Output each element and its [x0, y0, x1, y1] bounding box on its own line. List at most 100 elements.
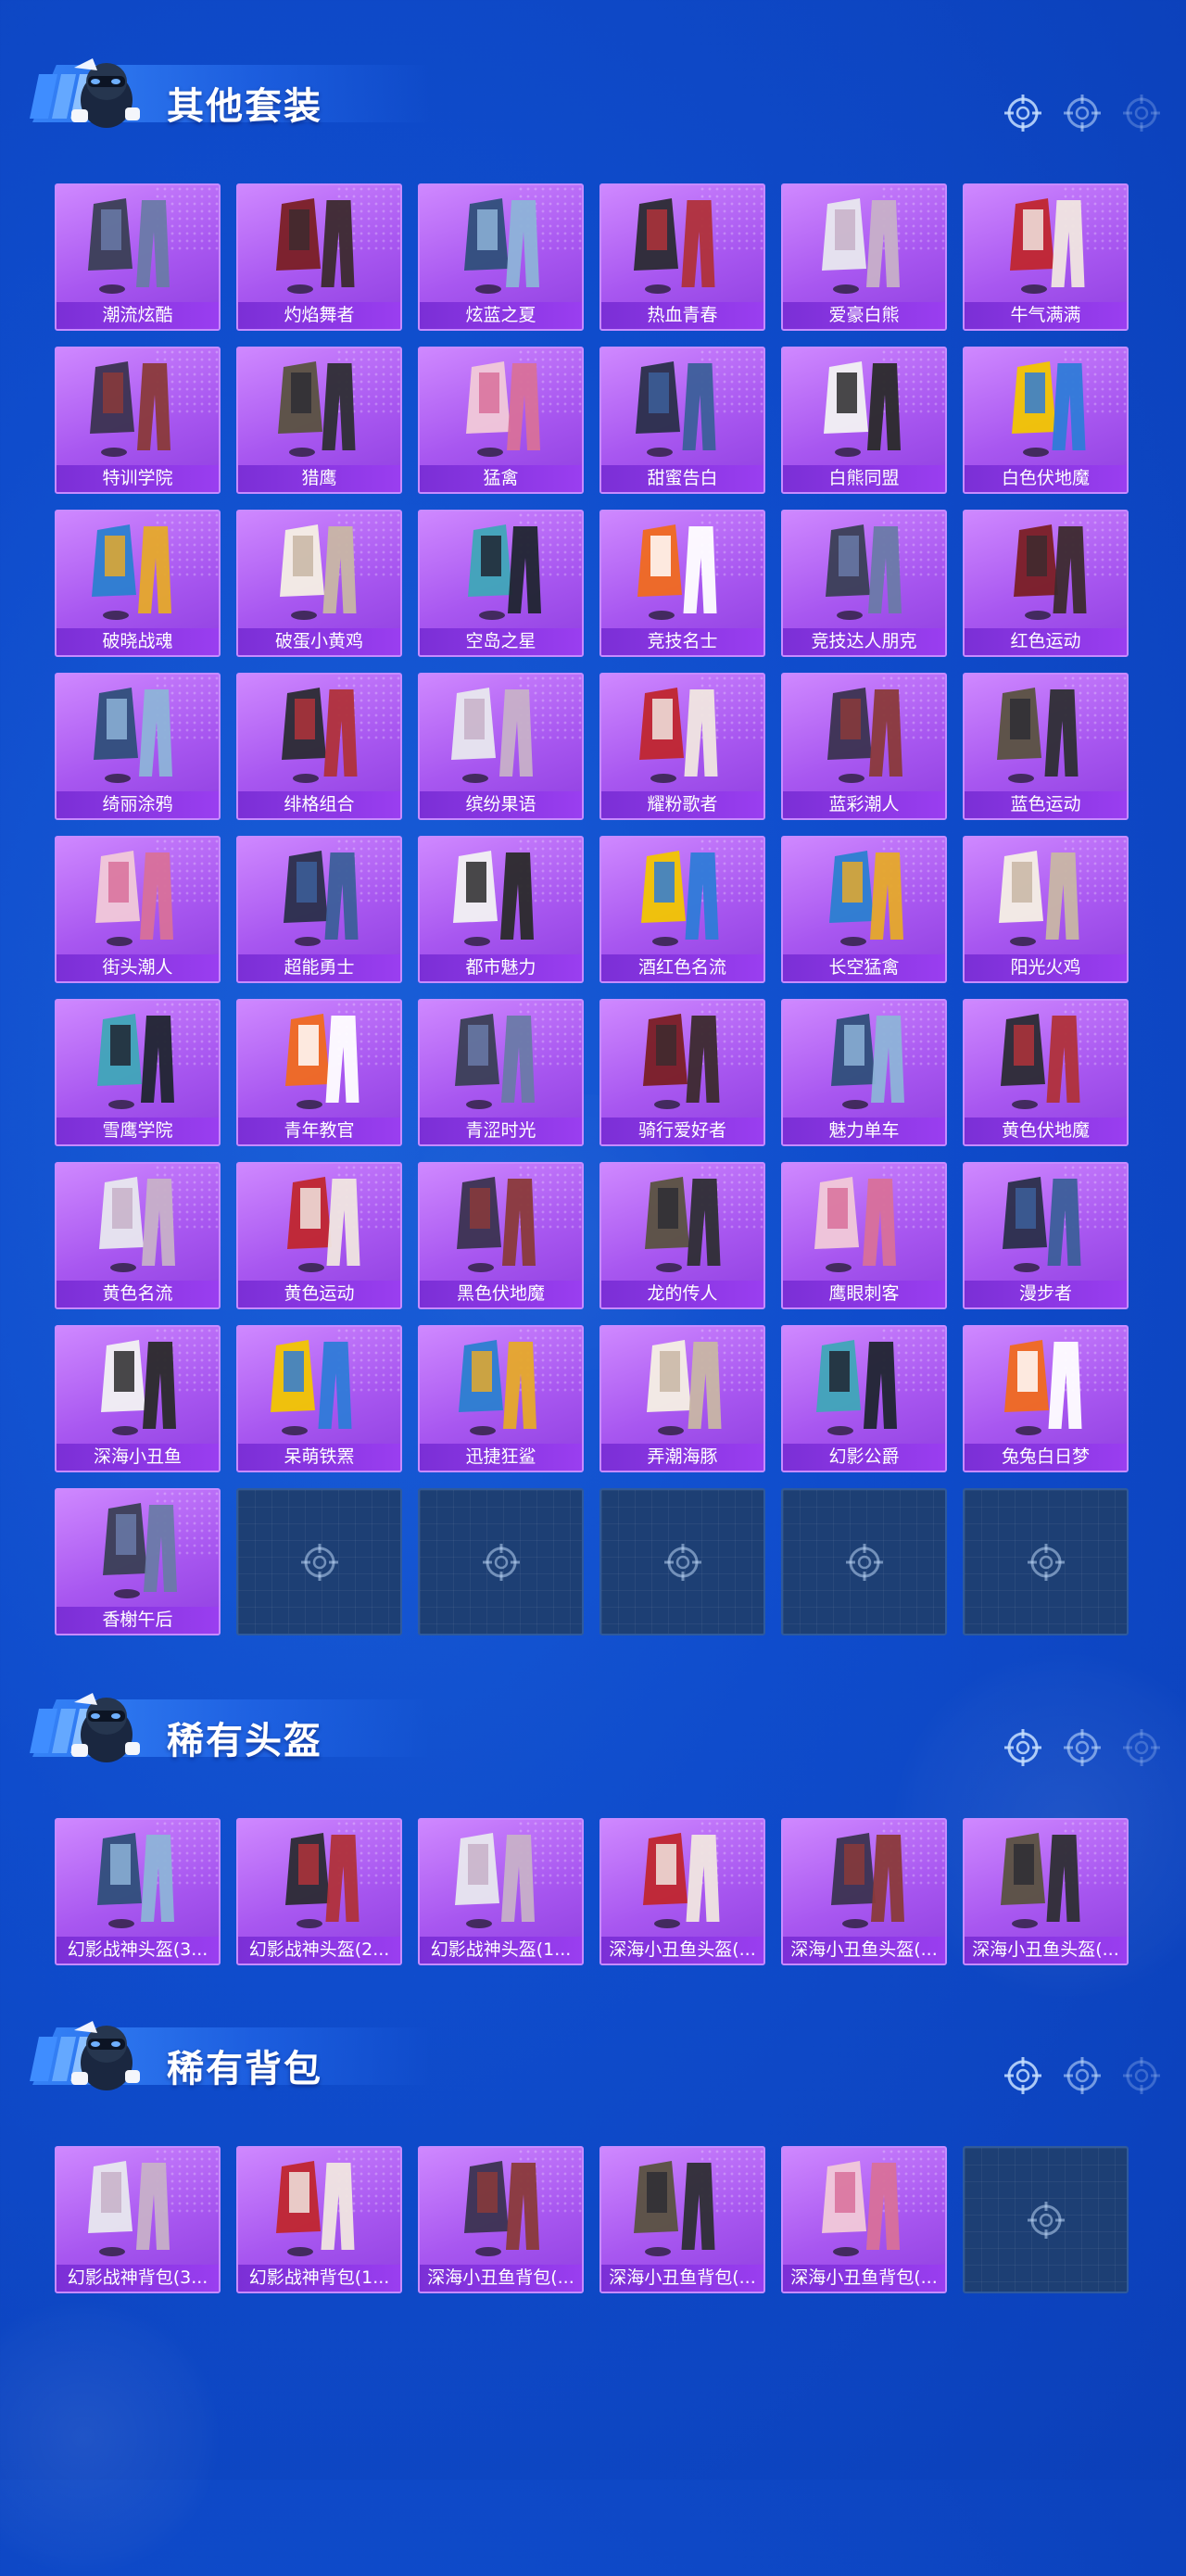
item-card[interactable]: 雪鹰学院	[55, 999, 221, 1146]
item-card[interactable]: 竞技名士	[599, 510, 765, 657]
item-image	[57, 1820, 219, 1938]
item-card[interactable]: 破蛋小黄鸡	[236, 510, 402, 657]
item-card[interactable]: 香榭午后	[55, 1488, 221, 1635]
item-image	[238, 1001, 400, 1119]
item-card[interactable]: 深海小丑鱼头盔(...	[963, 1818, 1129, 1965]
crosshair-target-icon	[1062, 93, 1103, 133]
item-card[interactable]: 白熊同盟	[781, 347, 947, 494]
item-card[interactable]: 呆萌铁罴	[236, 1325, 402, 1472]
item-card[interactable]: 龙的传人	[599, 1162, 765, 1309]
section-2: 稀有背包幻影战神背包(3... 幻影战神背包(1... 深海小丑鱼背包(... 深海小…	[0, 2000, 1186, 2293]
item-card[interactable]: 幻影战神背包(1...	[236, 2146, 402, 2293]
item-card[interactable]: 牛气满满	[963, 183, 1129, 331]
item-label: 热血青春	[601, 302, 763, 329]
item-card[interactable]: 绯格组合	[236, 673, 402, 820]
item-card[interactable]: 深海小丑鱼头盔(...	[599, 1818, 765, 1965]
item-card[interactable]: 街头潮人	[55, 836, 221, 983]
item-card[interactable]: 深海小丑鱼背包(...	[418, 2146, 584, 2293]
item-image	[57, 2148, 219, 2267]
item-image	[965, 1164, 1127, 1282]
item-card[interactable]: 蓝彩潮人	[781, 673, 947, 820]
item-label: 黄色伏地魔	[965, 1118, 1127, 1144]
item-card[interactable]: 空岛之星	[418, 510, 584, 657]
item-card[interactable]: 猛禽	[418, 347, 584, 494]
item-card[interactable]: 漫步者	[963, 1162, 1129, 1309]
section-0: 其他套装 潮流炫酷 灼焰舞者 炫蓝之夏 热血青春 爱豪白熊 牛气满满 特训学院 猎鹰 猛禽 甜蜜告白…	[0, 37, 1186, 1635]
item-card[interactable]: 深海小丑鱼背包(...	[599, 2146, 765, 2293]
item-image	[965, 1001, 1127, 1119]
item-card[interactable]: 弄潮海豚	[599, 1325, 765, 1472]
item-card[interactable]: 幻影战神头盔(1...	[418, 1818, 584, 1965]
crosshair-target-icon	[1121, 93, 1162, 133]
empty-slot	[418, 1488, 584, 1635]
item-card[interactable]: 爱豪白熊	[781, 183, 947, 331]
item-card[interactable]: 阳光火鸡	[963, 836, 1129, 983]
item-card[interactable]: 魅力单车	[781, 999, 947, 1146]
item-card[interactable]: 白色伏地魔	[963, 347, 1129, 494]
item-card[interactable]: 深海小丑鱼头盔(...	[781, 1818, 947, 1965]
item-label: 龙的传人	[601, 1281, 763, 1307]
item-image	[238, 185, 400, 304]
item-card[interactable]: 骑行爱好者	[599, 999, 765, 1146]
item-card[interactable]: 长空猛禽	[781, 836, 947, 983]
item-image	[57, 1327, 219, 1446]
item-card[interactable]: 黑色伏地魔	[418, 1162, 584, 1309]
item-card[interactable]: 猎鹰	[236, 347, 402, 494]
item-label: 超能勇士	[238, 954, 400, 981]
item-label: 甜蜜告白	[601, 465, 763, 492]
item-card[interactable]: 潮流炫酷	[55, 183, 221, 331]
item-card[interactable]: 竞技达人朋克	[781, 510, 947, 657]
item-label: 迅捷狂鲨	[420, 1444, 582, 1471]
item-card[interactable]: 青涩时光	[418, 999, 584, 1146]
item-card[interactable]: 酒红色名流	[599, 836, 765, 983]
item-image	[601, 185, 763, 304]
item-card[interactable]: 幻影战神头盔(2...	[236, 1818, 402, 1965]
item-image	[601, 1164, 763, 1282]
crosshair-target-icon	[1026, 2200, 1066, 2241]
item-card[interactable]: 耀粉歌者	[599, 673, 765, 820]
item-card[interactable]: 黄色伏地魔	[963, 999, 1129, 1146]
item-card[interactable]: 炫蓝之夏	[418, 183, 584, 331]
item-label: 幻影战神背包(1...	[238, 2265, 400, 2292]
item-card[interactable]: 深海小丑鱼背包(...	[781, 2146, 947, 2293]
item-label: 酒红色名流	[601, 954, 763, 981]
item-card[interactable]: 鹰眼刺客	[781, 1162, 947, 1309]
item-card[interactable]: 红色运动	[963, 510, 1129, 657]
item-label: 深海小丑鱼背包(...	[601, 2265, 763, 2292]
section-title: 稀有背包	[167, 2048, 322, 2090]
item-card[interactable]: 绮丽涂鸦	[55, 673, 221, 820]
item-label: 幻影战神头盔(3...	[57, 1937, 219, 1964]
item-card[interactable]: 蓝色运动	[963, 673, 1129, 820]
item-card[interactable]: 兔兔白日梦	[963, 1325, 1129, 1472]
item-card[interactable]: 热血青春	[599, 183, 765, 331]
item-image	[783, 838, 945, 956]
item-card[interactable]: 幻影战神背包(3...	[55, 2146, 221, 2293]
item-card[interactable]: 甜蜜告白	[599, 347, 765, 494]
item-image	[783, 348, 945, 467]
item-card[interactable]: 幻影公爵	[781, 1325, 947, 1472]
item-image	[601, 838, 763, 956]
item-card[interactable]: 破晓战魂	[55, 510, 221, 657]
item-card[interactable]: 青年教官	[236, 999, 402, 1146]
item-card[interactable]: 黄色名流	[55, 1162, 221, 1309]
target-icons	[1003, 2055, 1162, 2096]
item-label: 漫步者	[965, 1281, 1127, 1307]
item-image	[965, 185, 1127, 304]
item-image	[57, 348, 219, 467]
item-label: 红色运动	[965, 628, 1127, 655]
item-card[interactable]: 黄色运动	[236, 1162, 402, 1309]
item-card[interactable]: 灼焰舞者	[236, 183, 402, 331]
item-card[interactable]: 幻影战神头盔(3...	[55, 1818, 221, 1965]
item-label: 深海小丑鱼头盔(...	[783, 1937, 945, 1964]
item-image	[238, 675, 400, 793]
item-label: 深海小丑鱼	[57, 1444, 219, 1471]
item-card[interactable]: 深海小丑鱼	[55, 1325, 221, 1472]
item-image	[238, 838, 400, 956]
item-image	[238, 2148, 400, 2267]
item-card[interactable]: 缤纷果语	[418, 673, 584, 820]
item-card[interactable]: 超能勇士	[236, 836, 402, 983]
item-card[interactable]: 都市魅力	[418, 836, 584, 983]
item-label: 白色伏地魔	[965, 465, 1127, 492]
item-card[interactable]: 特训学院	[55, 347, 221, 494]
item-card[interactable]: 迅捷狂鲨	[418, 1325, 584, 1472]
